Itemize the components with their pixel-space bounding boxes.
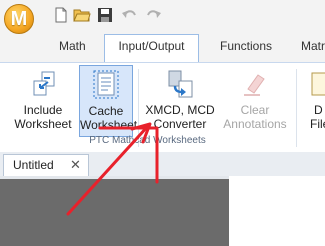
data-file-label-1: D xyxy=(314,103,323,117)
include-worksheet-button[interactable]: Include Worksheet xyxy=(12,65,74,137)
undo-icon[interactable] xyxy=(120,6,138,24)
tab-matrices[interactable]: Matr xyxy=(297,34,325,59)
clear-annotations-label-1: Clear xyxy=(240,103,270,117)
close-icon[interactable]: ✕ xyxy=(70,155,81,175)
converter-label-1: XMCD, MCD xyxy=(145,103,215,117)
app-menu-button[interactable]: M xyxy=(4,4,34,34)
tab-input-output[interactable]: Input/Output xyxy=(104,34,199,62)
tab-functions[interactable]: Functions xyxy=(216,34,276,59)
include-worksheet-icon xyxy=(28,69,58,99)
new-document-icon[interactable] xyxy=(52,6,70,24)
xmcd-mcd-converter-button[interactable]: XMCD, MCD Converter xyxy=(144,65,216,137)
cache-worksheet-label-2: Worksheet xyxy=(80,118,138,132)
clear-annotations-label-2: Annotations xyxy=(223,117,287,131)
redo-icon[interactable] xyxy=(145,6,163,24)
worksheet-top-edge xyxy=(0,176,229,179)
data-file-icon xyxy=(310,69,325,99)
ribbon-group-label: PTC Mathcad Worksheets xyxy=(89,135,206,146)
ribbon-separator xyxy=(296,69,297,147)
include-worksheet-label-1: Include xyxy=(23,103,63,117)
converter-icon xyxy=(165,69,195,99)
data-file-label-2: File xyxy=(310,117,325,131)
clear-annotations-button[interactable]: Clear Annotations xyxy=(222,65,288,137)
converter-label-2: Converter xyxy=(153,117,207,131)
worksheet-margin xyxy=(229,176,325,246)
clear-annotations-icon xyxy=(240,69,270,99)
include-worksheet-label-2: Worksheet xyxy=(14,117,72,131)
document-tab-untitled[interactable]: Untitled ✕ xyxy=(3,154,89,176)
quick-access-toolbar: M xyxy=(0,0,325,34)
open-folder-icon[interactable] xyxy=(73,6,91,24)
tab-math[interactable]: Math xyxy=(55,34,90,59)
ribbon-tabs: Math Input/Output Functions Matr xyxy=(0,34,325,62)
data-file-button[interactable]: D File xyxy=(304,65,325,137)
cache-worksheet-button[interactable]: Cache Worksheet xyxy=(79,65,138,137)
document-tab-strip: Untitled ✕ xyxy=(0,152,325,177)
save-icon[interactable] xyxy=(96,6,114,24)
cache-worksheet-icon xyxy=(91,70,121,100)
document-tab-title: Untitled xyxy=(13,158,54,172)
ribbon-panel: Include Worksheet Cache Worksheet XMCD, … xyxy=(0,62,325,154)
worksheet-area[interactable] xyxy=(0,176,229,246)
cache-worksheet-label-1: Cache xyxy=(88,104,124,118)
